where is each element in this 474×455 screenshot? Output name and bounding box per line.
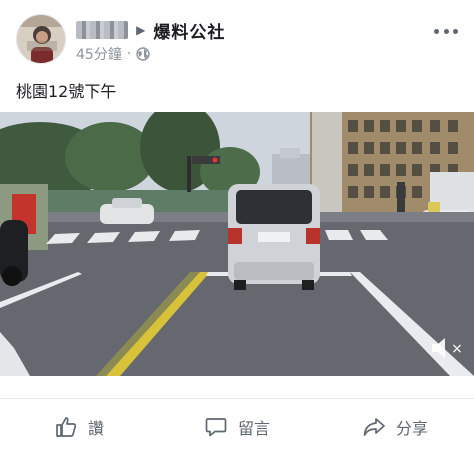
more-dot — [434, 28, 439, 34]
comment-label: 留言 — [237, 419, 270, 438]
avatar[interactable] — [16, 14, 66, 64]
action-bar: 讚 留言 分享 — [0, 398, 474, 455]
like-label: 讚 — [87, 419, 104, 438]
triangle-arrow-icon: ▶ — [136, 23, 146, 37]
more-dot — [443, 28, 449, 34]
video-player[interactable]: × — [0, 112, 474, 376]
group-name[interactable]: 爆料公社 — [153, 18, 225, 43]
globe-icon — [136, 47, 150, 61]
meta-separator: · — [126, 46, 132, 62]
author-name[interactable]: ████ — [76, 21, 129, 39]
like-button[interactable]: 讚 — [0, 399, 158, 455]
post-header: ████ ▶ 爆料公社 45分鐘 · — [0, 0, 474, 70]
share-button[interactable]: 分享 — [316, 399, 474, 455]
post-time[interactable]: 45分鐘 — [76, 44, 122, 64]
share-label: 分享 — [395, 419, 428, 438]
comment-icon — [205, 418, 227, 437]
post-meta: 45分鐘 · — [76, 44, 150, 64]
share-icon — [363, 418, 385, 436]
more-options-button[interactable] — [434, 22, 458, 40]
video-frame — [0, 112, 474, 376]
more-dot — [453, 28, 458, 34]
comment-button[interactable]: 留言 — [158, 399, 316, 455]
mute-button[interactable]: × — [430, 334, 464, 362]
post-text: 桃園12號下午 — [16, 82, 117, 101]
like-icon — [56, 417, 77, 437]
author-row: ████ ▶ 爆料公社 — [76, 18, 225, 43]
mute-x-icon: × — [451, 341, 463, 357]
